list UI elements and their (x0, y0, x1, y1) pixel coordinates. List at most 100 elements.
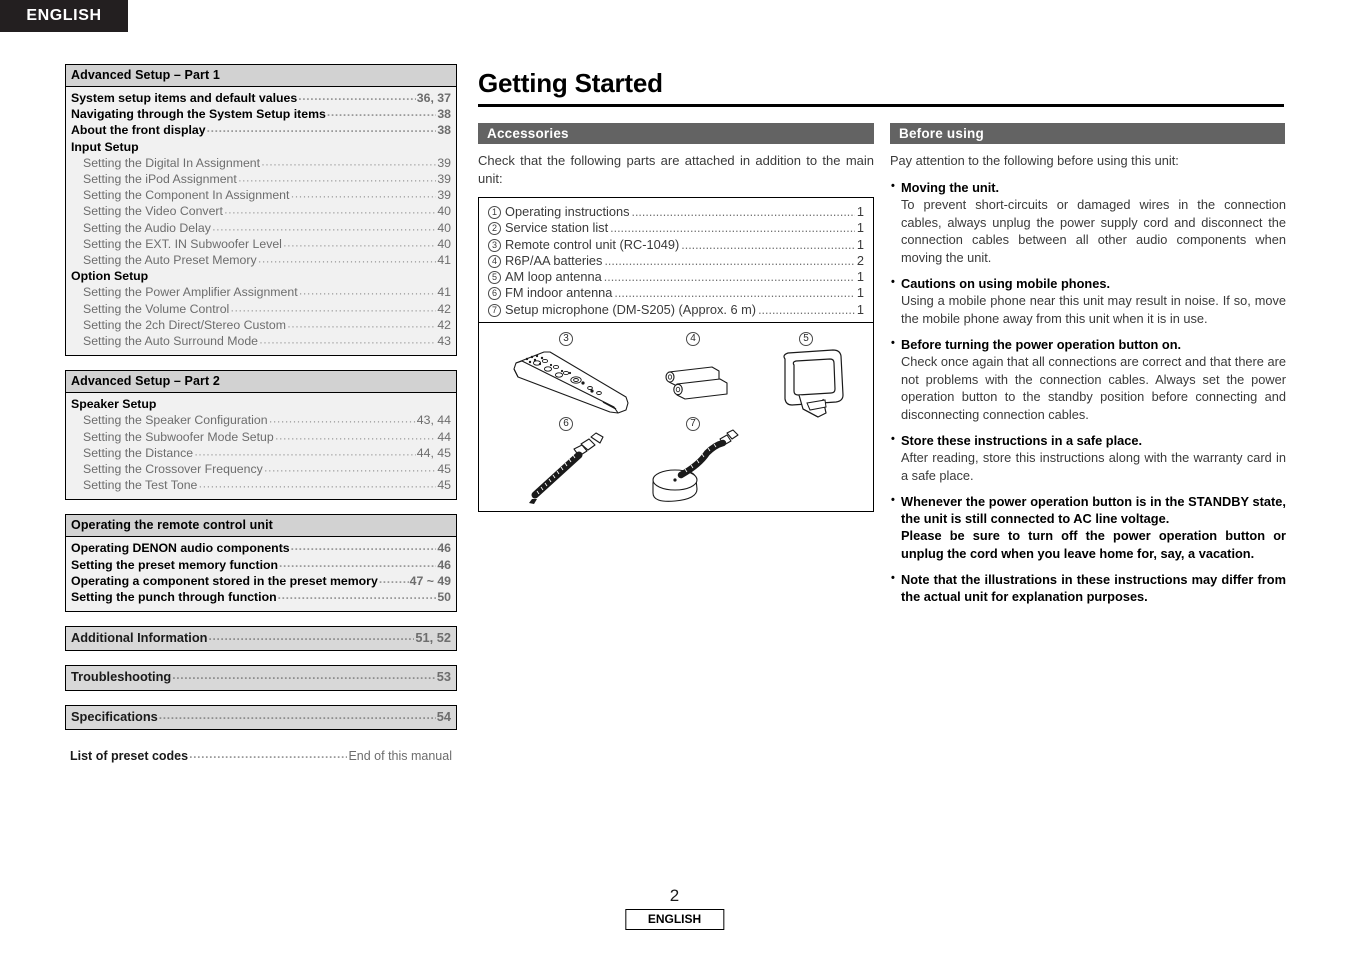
before-using-intro: Pay attention to the following before us… (890, 153, 1179, 168)
toc-entry[interactable]: Setting the preset memory function 46 (71, 557, 451, 573)
toc-entry[interactable]: List of preset codes End of this manual (70, 748, 452, 764)
leader-dots (159, 713, 436, 725)
toc-entry[interactable]: Setting the Audio Delay 40 (71, 220, 451, 236)
toc-entry[interactable]: Setting the Power Amplifier Assignment 41 (71, 284, 451, 300)
toc-entry[interactable]: Setting the Test Tone 45 (71, 477, 451, 493)
toc-entry[interactable]: Option Setup (71, 268, 451, 284)
toc-entry[interactable]: Specifications 54 (71, 709, 451, 725)
toc-entry[interactable]: Setting the Video Convert 40 (71, 203, 451, 219)
toc-entry[interactable]: Setting the 2ch Direct/Stereo Custom 42 (71, 317, 451, 333)
toc-single-box[interactable]: Troubleshooting 53 (65, 665, 457, 691)
figure-label-3: 3 (559, 332, 573, 347)
leader-dots (379, 577, 409, 589)
toc-entry-list: Operating DENON audio components46Settin… (66, 537, 456, 611)
toc-plain-entry: List of preset codes End of this manual (65, 744, 457, 764)
figure-label-6: 6 (559, 417, 573, 432)
setup-microphone-illustration (652, 429, 739, 502)
accessory-quantity: 2 (856, 252, 864, 268)
leader-dots (230, 305, 436, 317)
toc-entry[interactable]: About the front display 38 (71, 122, 451, 138)
toc-entry[interactable]: Setting the Distance 44, 45 (71, 445, 451, 461)
accessory-index: 2 (488, 222, 501, 236)
leader-dots (172, 674, 436, 686)
section-bar-accessories: Accessories (478, 123, 874, 144)
toc-entry[interactable]: Setting the Speaker Configuration 43, 44 (71, 412, 451, 428)
toc-entry-label: Setting the Speaker Configuration (83, 413, 268, 428)
toc-entry[interactable]: Troubleshooting 53 (71, 669, 451, 685)
before-using-item-heading: Store these instructions in a safe place… (890, 431, 1286, 449)
toc-entry[interactable]: Input Setup (71, 139, 451, 155)
toc-block: Operating the remote control unit Operati… (65, 514, 457, 613)
leader-dots (189, 752, 347, 764)
toc-entry[interactable]: Navigating through the System Setup item… (71, 106, 451, 122)
toc-single-box[interactable]: Additional Information 51, 52 (65, 626, 457, 652)
toc-entry[interactable]: Setting the Digital In Assignment 39 (71, 155, 451, 171)
accessories-section: Check that the following parts are attac… (478, 152, 874, 513)
toc-entry[interactable]: Setting the EXT. IN Subwoofer Level 40 (71, 236, 451, 252)
toc-entry[interactable]: Setting the Crossover Frequency 45 (71, 461, 451, 477)
before-using-item-heading: Whenever the power operation button is i… (890, 492, 1286, 527)
toc-entry-label: Setting the Audio Delay (83, 220, 211, 235)
accessory-index: 5 (488, 271, 501, 285)
figure-label-4: 4 (686, 332, 700, 347)
footer-language-badge: ENGLISH (624, 909, 725, 930)
leader-dots (212, 224, 436, 236)
toc-entry[interactable]: Setting the iPod Assignment 39 (71, 171, 451, 187)
leader-dots (283, 240, 436, 252)
accessory-index: 1 (488, 206, 501, 219)
toc-entry[interactable]: Additional Information 51, 52 (71, 630, 451, 646)
leader-dots (269, 417, 416, 429)
table-of-contents: Advanced Setup – Part 1 System setup item… (65, 64, 457, 764)
toc-entry[interactable]: Operating DENON audio components 46 (71, 540, 451, 556)
toc-block-title: Operating the remote control unit (66, 515, 456, 538)
toc-entry-label: Setting the 2ch Direct/Stereo Custom (83, 317, 286, 332)
toc-entry-label: Operating DENON audio components (71, 541, 290, 556)
toc-entry-page: 46 (437, 541, 451, 556)
leader-dots (631, 208, 854, 220)
toc-entry-label: Setting the Auto Preset Memory (83, 253, 257, 268)
accessory-index: 7 (488, 303, 501, 317)
toc-entry[interactable]: Setting the Component In Assignment 39 (71, 187, 451, 203)
before-using-item-heading: Note that the illustrations in these ins… (890, 570, 1286, 605)
leader-dots (264, 465, 437, 477)
toc-entry-page: 38 (437, 107, 451, 122)
accessory-label: Service station list (505, 220, 609, 236)
toc-block-title: Advanced Setup – Part 1 (66, 65, 456, 87)
toc-entry[interactable]: Setting the Auto Preset Memory 41 (71, 252, 451, 268)
toc-entry[interactable]: Setting the Auto Surround Mode 43 (71, 333, 451, 349)
accessory-item: 6 FM indoor antenna 1 (488, 285, 864, 302)
page-number: 2 (669, 886, 680, 905)
accessory-index: 3 (488, 238, 501, 252)
toc-entry[interactable]: Speaker Setup (71, 396, 451, 412)
toc-entry[interactable]: Operating a component stored in the pres… (71, 573, 451, 589)
toc-entry-label: Navigating through the System Setup item… (71, 107, 326, 122)
toc-entry[interactable]: Setting the punch through function 50 (71, 589, 451, 605)
toc-entry-page: 39 (437, 155, 451, 170)
before-using-item-heading: Moving the unit. (890, 178, 1286, 196)
title-divider (478, 104, 1284, 107)
toc-entry-label: Setting the Digital In Assignment (83, 155, 261, 170)
toc-entry-label: Setting the Subwoofer Mode Setup (83, 429, 274, 444)
before-using-item-body: Please be sure to turn off the power ope… (901, 528, 1286, 561)
leader-dots (261, 159, 436, 171)
toc-entry-label: Setting the Auto Surround Mode (83, 334, 259, 349)
before-using-item-body: After reading, store this instructions a… (901, 450, 1286, 483)
toc-entry[interactable]: Setting the Volume Control 42 (71, 301, 451, 317)
accessory-quantity: 1 (856, 236, 864, 252)
toc-entry[interactable]: System setup items and default values 36,… (71, 90, 451, 106)
leader-dots (287, 321, 436, 333)
accessory-label: AM loop antenna (505, 269, 602, 285)
before-using-item-body: Using a mobile phone near this unit may … (901, 293, 1286, 326)
toc-entry[interactable]: Setting the Subwoofer Mode Setup 44 (71, 429, 451, 445)
accessory-item: 3 Remote control unit (RC-1049) 1 (488, 237, 864, 253)
leader-dots (299, 289, 437, 301)
leader-dots (259, 337, 436, 349)
before-using-item: Before turning the power operation butto… (890, 335, 1286, 423)
toc-entry-label: Setting the Component In Assignment (83, 188, 290, 203)
toc-single-box[interactable]: Specifications 54 (65, 704, 457, 730)
accessory-item: 2 Service station list 1 (488, 220, 864, 237)
accessory-quantity: 1 (856, 220, 864, 236)
leader-dots (278, 593, 437, 605)
toc-entry-page: 40 (437, 236, 451, 251)
toc-entry-page: 51, 52 (415, 630, 451, 646)
